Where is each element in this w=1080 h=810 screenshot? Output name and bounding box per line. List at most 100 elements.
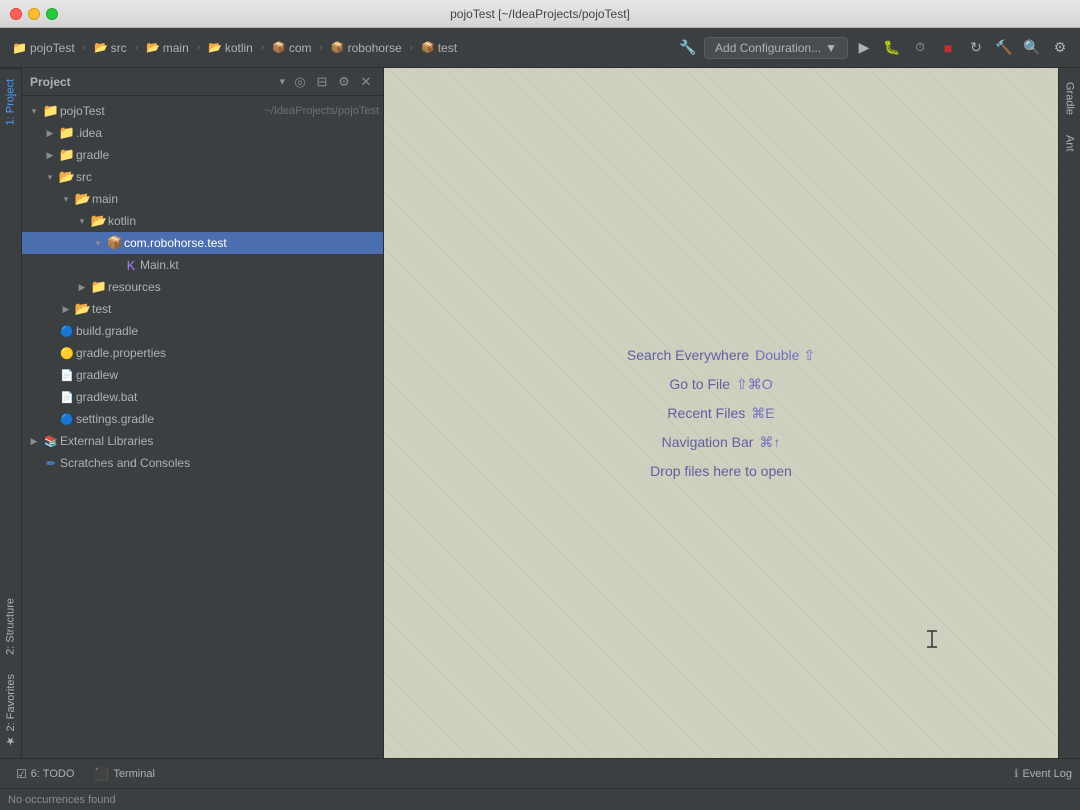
project-panel: Project ▾ ◎ ⊟ ⚙ ✕ ▾ 📁 pojoTest ~/IdeaPro… bbox=[22, 68, 384, 758]
sidebar-item-favorites[interactable]: ★ 2: Favorites bbox=[0, 664, 21, 758]
tab-terminal[interactable]: ⬛ Terminal bbox=[86, 765, 163, 783]
breadcrumb-sep: › bbox=[83, 42, 86, 53]
tree-label: com.robohorse.test bbox=[124, 236, 379, 250]
tree-item-gradlew[interactable]: ▶ 📄 gradlew bbox=[22, 364, 383, 386]
hint-recent-files: Recent Files ⌘E bbox=[667, 405, 774, 422]
project-icon: 📁 bbox=[12, 41, 27, 55]
sidebar-item-structure[interactable]: 2: Structure bbox=[0, 588, 21, 665]
hint-goto-file: Go to File ⇧⌘O bbox=[669, 376, 772, 393]
minimize-button[interactable] bbox=[28, 8, 40, 20]
tree-label: Scratches and Consoles bbox=[60, 456, 379, 470]
tree-item-gradle-dir[interactable]: ▶ 📁 gradle bbox=[22, 144, 383, 166]
tree-item-resources[interactable]: ▶ 📁 resources bbox=[22, 276, 383, 298]
breadcrumb-robohorse[interactable]: 📦 robohorse bbox=[327, 39, 406, 57]
gradle-settings-icon: 🔵 bbox=[58, 413, 76, 426]
editor-area[interactable]: Search Everywhere Double ⇧ Go to File ⇧⌘… bbox=[384, 68, 1058, 758]
panel-header: Project ▾ ◎ ⊟ ⚙ ✕ bbox=[22, 68, 383, 96]
tree-label: build.gradle bbox=[76, 324, 379, 338]
debug-icon[interactable]: 🐛 bbox=[880, 36, 904, 60]
hint-shortcut: Double ⇧ bbox=[755, 347, 815, 364]
folder-icon: 📁 bbox=[58, 147, 76, 163]
add-config-label: Add Configuration... bbox=[715, 41, 821, 55]
expand-arrow: ▾ bbox=[42, 172, 58, 183]
props-file-icon: 🟡 bbox=[58, 347, 76, 360]
breadcrumb-src[interactable]: 📂 src bbox=[90, 39, 131, 57]
breadcrumb-main[interactable]: 📂 main bbox=[142, 39, 193, 57]
tree-label: gradlew bbox=[76, 368, 379, 382]
window-controls bbox=[10, 8, 58, 20]
expand-arrow: ▶ bbox=[26, 436, 42, 447]
panel-settings-icon[interactable]: ⚙ bbox=[335, 73, 353, 91]
maximize-button[interactable] bbox=[46, 8, 58, 20]
tree-item-idea[interactable]: ▶ 📁 .idea bbox=[22, 122, 383, 144]
breadcrumb-sep5: › bbox=[320, 42, 323, 53]
tab-label: Terminal bbox=[113, 768, 155, 780]
hint-text: Go to File bbox=[669, 376, 730, 392]
main-folder-icon: 📂 bbox=[74, 191, 92, 207]
tree-item-kotlin[interactable]: ▾ 📂 kotlin bbox=[22, 210, 383, 232]
gradle-file-icon: 🔵 bbox=[58, 325, 76, 338]
expand-arrow: ▶ bbox=[74, 282, 90, 293]
breadcrumb-pojoTest[interactable]: 📁 pojoTest bbox=[8, 39, 79, 57]
profile-icon[interactable]: ⏱ bbox=[908, 36, 932, 60]
bottom-status: ℹ Event Log bbox=[1014, 767, 1072, 780]
panel-dropdown-arrow[interactable]: ▾ bbox=[279, 75, 285, 88]
breadcrumb-com[interactable]: 📦 com bbox=[268, 39, 315, 57]
tree-item-src[interactable]: ▾ 📂 src bbox=[22, 166, 383, 188]
close-button[interactable] bbox=[10, 8, 22, 20]
terminal-icon: ⬛ bbox=[94, 767, 109, 781]
tree-item-build-gradle[interactable]: ▶ 🔵 build.gradle bbox=[22, 320, 383, 342]
scratch-icon: ✏ bbox=[42, 457, 60, 470]
left-panel-tabs: 1: Project 2: Structure ★ 2: Favorites bbox=[0, 68, 22, 758]
file-tree: ▾ 📁 pojoTest ~/IdeaProjects/pojoTest ▶ 📁… bbox=[22, 96, 383, 758]
tree-label: gradlew.bat bbox=[76, 390, 379, 404]
right-tab-ant[interactable]: Ant bbox=[1061, 125, 1079, 162]
tree-item-package[interactable]: ▾ 📦 com.robohorse.test bbox=[22, 232, 383, 254]
tree-item-gradle-props[interactable]: ▶ 🟡 gradle.properties bbox=[22, 342, 383, 364]
search-everywhere-icon[interactable]: 🔍 bbox=[1020, 36, 1044, 60]
event-log-label[interactable]: Event Log bbox=[1022, 768, 1072, 780]
tree-item-gradlew-bat[interactable]: ▶ 📄 gradlew.bat bbox=[22, 386, 383, 408]
tree-label: settings.gradle bbox=[76, 412, 379, 426]
tree-item-main[interactable]: ▾ 📂 main bbox=[22, 188, 383, 210]
add-config-arrow: ▼ bbox=[825, 41, 837, 55]
collapse-all-icon[interactable]: ⊟ bbox=[313, 73, 331, 91]
wrench-icon[interactable]: 🔧 bbox=[676, 36, 700, 60]
breadcrumb-sep4: › bbox=[261, 42, 264, 53]
locate-icon[interactable]: ◎ bbox=[291, 73, 309, 91]
settings-icon[interactable]: ⚙ bbox=[1048, 36, 1072, 60]
hint-shortcut: ⌘E bbox=[751, 405, 774, 422]
breadcrumb-test[interactable]: 📦 test bbox=[417, 39, 461, 57]
tree-item-settings-gradle[interactable]: ▶ 🔵 settings.gradle bbox=[22, 408, 383, 430]
sidebar-item-project[interactable]: 1: Project bbox=[0, 68, 21, 135]
panel-header-icons: ◎ ⊟ ⚙ ✕ bbox=[291, 73, 375, 91]
tree-label: Main.kt bbox=[140, 258, 379, 272]
tree-item-main-kt[interactable]: ▶ K Main.kt bbox=[22, 254, 383, 276]
tree-item-pojoTest[interactable]: ▾ 📁 pojoTest ~/IdeaProjects/pojoTest bbox=[22, 100, 383, 122]
src-folder-icon: 📂 bbox=[58, 169, 76, 185]
folder-icon: 📁 bbox=[58, 125, 76, 141]
tree-item-scratches[interactable]: ▶ ✏ Scratches and Consoles bbox=[22, 452, 383, 474]
resources-folder-icon: 📁 bbox=[90, 279, 108, 295]
tree-item-test-dir[interactable]: ▶ 📂 test bbox=[22, 298, 383, 320]
stop-icon[interactable]: ■ bbox=[936, 36, 960, 60]
gradle-sync-icon[interactable]: ↻ bbox=[964, 36, 988, 60]
tree-label: pojoTest bbox=[60, 104, 260, 118]
right-tab-gradle[interactable]: Gradle bbox=[1061, 72, 1079, 125]
title-bar: pojoTest [~/IdeaProjects/pojoTest] bbox=[0, 0, 1080, 28]
tree-sublabel: ~/IdeaProjects/pojoTest bbox=[264, 105, 379, 117]
status-bar: No occurrences found bbox=[0, 788, 1080, 810]
todo-icon: ☑ bbox=[16, 767, 27, 781]
panel-close-icon[interactable]: ✕ bbox=[357, 73, 375, 91]
run-icon[interactable]: ▶ bbox=[852, 36, 876, 60]
tree-item-external-libs[interactable]: ▶ 📚 External Libraries bbox=[22, 430, 383, 452]
tab-label: 6: TODO bbox=[31, 768, 75, 780]
breadcrumb-label: test bbox=[438, 41, 457, 55]
tab-todo[interactable]: ☑ 6: TODO bbox=[8, 765, 82, 783]
breadcrumb-sep6: › bbox=[410, 42, 413, 53]
expand-arrow: ▶ bbox=[58, 304, 74, 315]
right-panel-tabs: Gradle Ant bbox=[1058, 68, 1080, 758]
build-project-icon[interactable]: 🔨 bbox=[992, 36, 1016, 60]
add-configuration-button[interactable]: Add Configuration... ▼ bbox=[704, 37, 848, 59]
breadcrumb-kotlin[interactable]: 📂 kotlin bbox=[204, 39, 257, 57]
